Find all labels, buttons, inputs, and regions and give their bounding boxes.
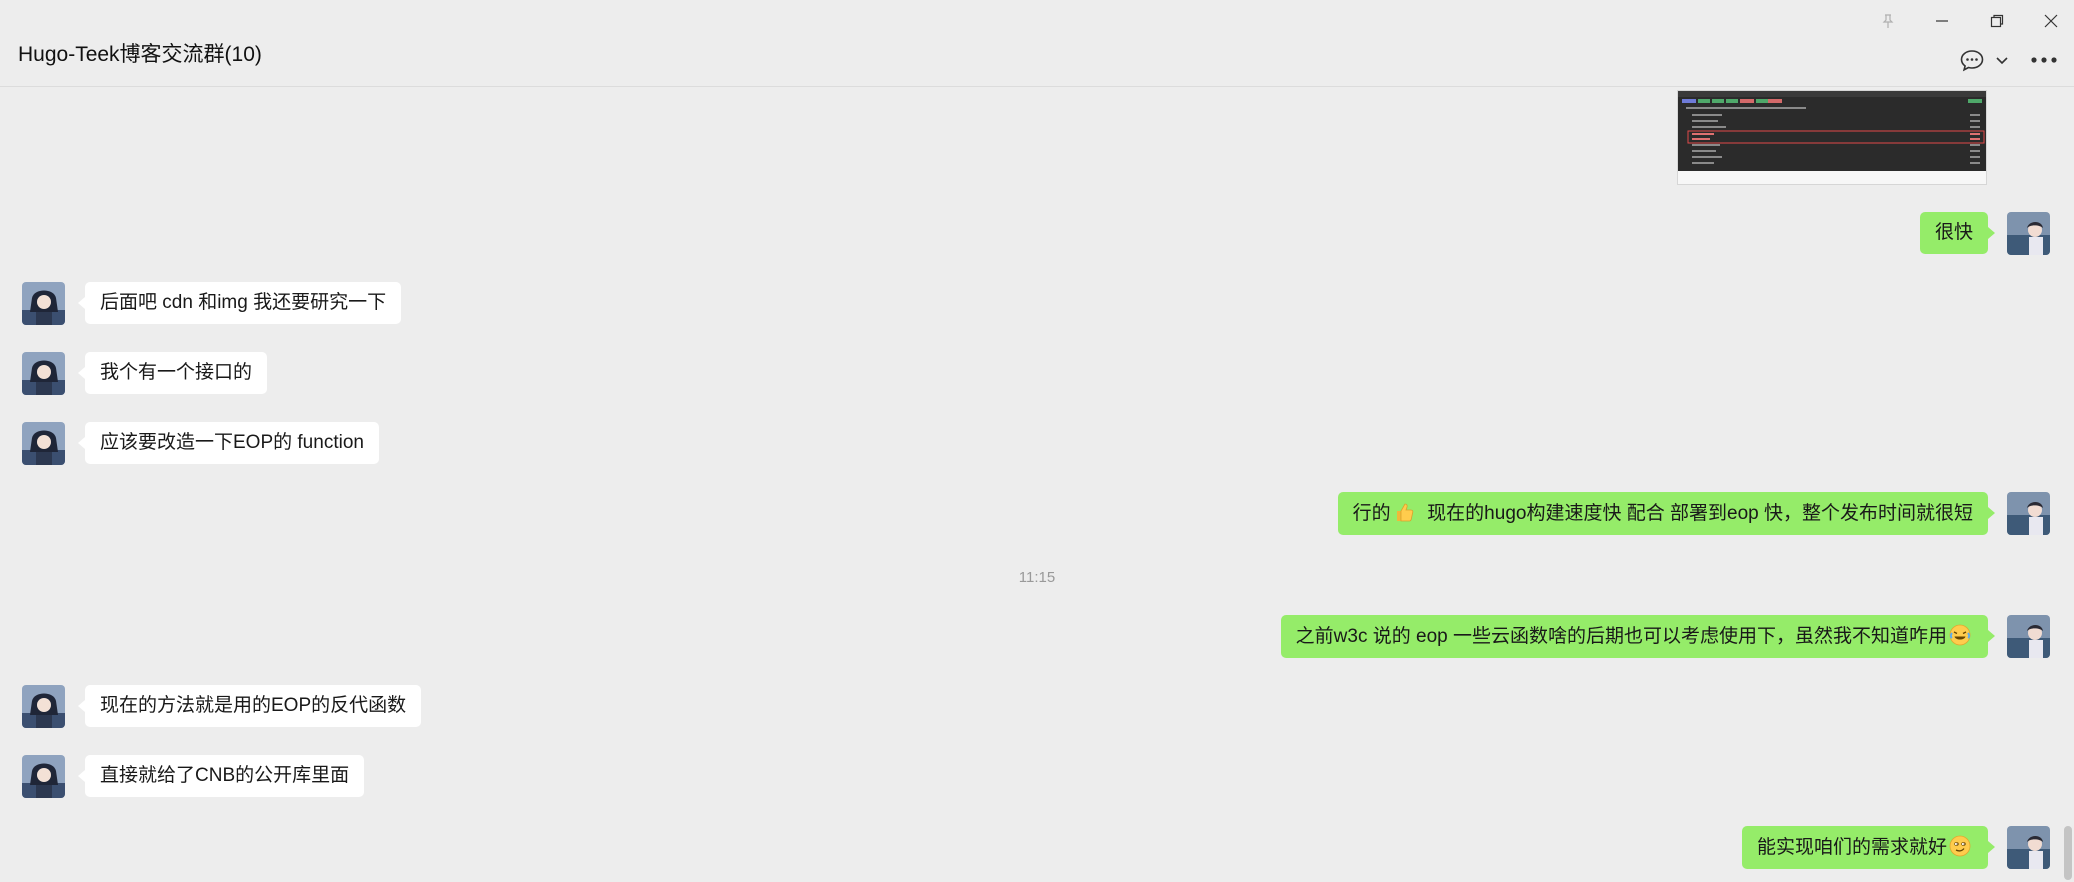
message-text: 能实现咱们的需求就好	[1756, 837, 1947, 858]
pin-icon[interactable]	[1868, 8, 1908, 34]
avatar[interactable]	[22, 352, 65, 395]
message-text: 行的	[1352, 503, 1391, 524]
avatar[interactable]	[22, 282, 65, 325]
message-row: 后面吧 cdn 和img 我还要研究一下	[22, 282, 402, 325]
avatar[interactable]	[2007, 615, 2050, 658]
message-row: 我个有一个接口的	[22, 352, 268, 395]
message-bubble[interactable]: 现在的方法就是用的EOP的反代函数	[77, 685, 422, 727]
message-bubble[interactable]: 我个有一个接口的	[77, 352, 268, 394]
screenshot-thumbnail	[1678, 91, 1986, 184]
thumbs-up-icon	[1393, 501, 1415, 523]
message-row: 应该要改造一下EOP的 function	[22, 422, 379, 465]
message-bubble[interactable]: 之前w3c 说的 eop 一些云函数啥的后期也可以考虑使用下，虽然我不知道咋用	[1280, 615, 1996, 658]
avatar[interactable]	[2007, 212, 2050, 255]
smirk-icon	[1949, 835, 1971, 857]
message-list[interactable]: 很快 后面吧 cdn 和img 我还要研究一下 我个有一个接口的 应该要改造一下…	[0, 88, 2074, 882]
avatar[interactable]	[22, 422, 65, 465]
restore-icon[interactable]	[1977, 8, 2017, 34]
message-bubble[interactable]: 行的 现在的hugo构建速度快 配合 部署到eop 快，整个发布时间就很短	[1337, 492, 1996, 535]
message-bubble[interactable]: 后面吧 cdn 和img 我还要研究一下	[77, 282, 402, 324]
message-row: 现在的方法就是用的EOP的反代函数	[22, 685, 422, 728]
laughing-tears-icon	[1949, 624, 1971, 646]
avatar[interactable]	[2007, 492, 2050, 535]
message-text: 之前w3c 说的 eop 一些云函数啥的后期也可以考虑使用下，虽然我不知道咋用	[1295, 626, 1947, 647]
message-bubble[interactable]: 应该要改造一下EOP的 function	[78, 422, 379, 464]
message-bubble[interactable]: 能实现咱们的需求就好	[1741, 826, 1996, 869]
message-row: 行的 现在的hugo构建速度快 配合 部署到eop 快，整个发布时间就很短	[1337, 492, 2050, 535]
scrollbar[interactable]	[2064, 826, 2072, 880]
title-bar: Hugo-Teek博客交流群(10)	[0, 0, 2074, 87]
chat-bubble-icon[interactable]	[1956, 46, 1988, 74]
avatar[interactable]	[22, 685, 65, 728]
avatar[interactable]	[2007, 826, 2050, 869]
message-timestamp: 11:15	[1018, 569, 1056, 586]
message-row: 直接就给了CNB的公开库里面	[22, 755, 365, 798]
message-row: 很快	[1919, 212, 2050, 255]
message-bubble[interactable]: 很快	[1919, 212, 1996, 254]
message-row: 能实现咱们的需求就好	[1741, 826, 2050, 869]
screenshot-image[interactable]	[1677, 90, 1987, 185]
minimize-icon[interactable]	[1922, 8, 1962, 34]
chevron-down-icon[interactable]	[1992, 46, 2012, 74]
chat-title: Hugo-Teek博客交流群(10)	[18, 43, 262, 66]
avatar[interactable]	[22, 755, 65, 798]
message-row: 之前w3c 说的 eop 一些云函数啥的后期也可以考虑使用下，虽然我不知道咋用	[1280, 615, 2050, 658]
close-icon[interactable]	[2031, 8, 2071, 34]
more-icon[interactable]	[2028, 46, 2060, 74]
message-bubble[interactable]: 直接就给了CNB的公开库里面	[77, 755, 365, 797]
message-text: 现在的hugo构建速度快 配合 部署到eop 快，整个发布时间就很短	[1416, 503, 1973, 524]
